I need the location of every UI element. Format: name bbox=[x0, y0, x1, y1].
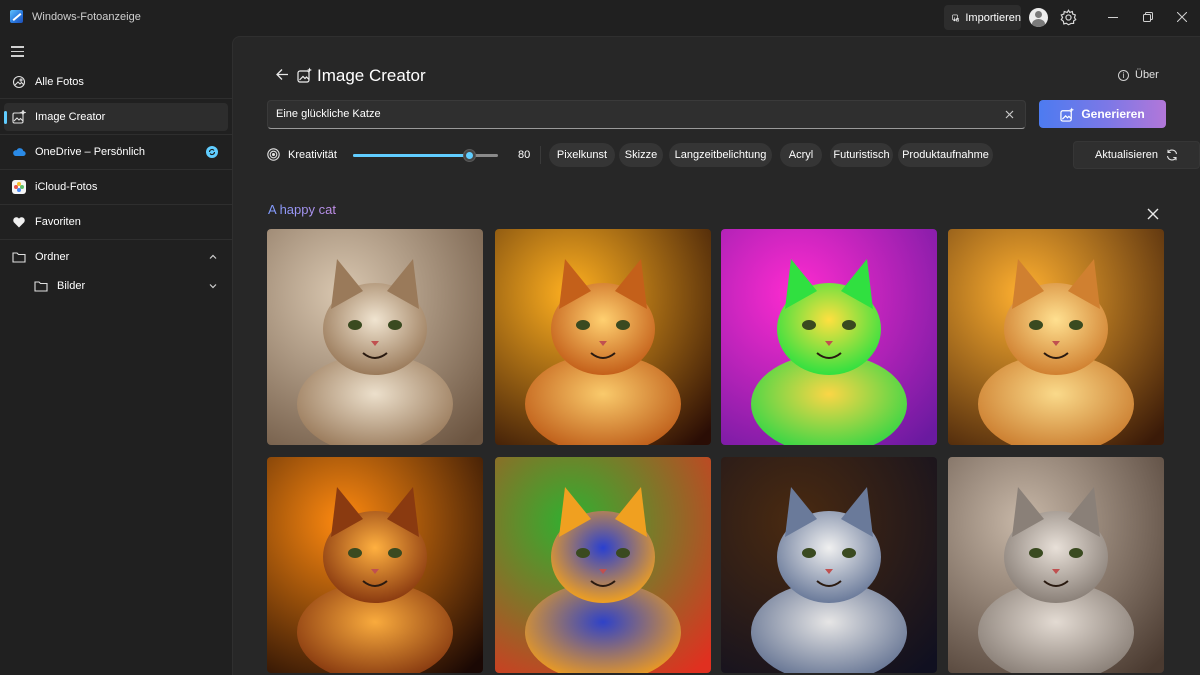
chevron-up-icon[interactable] bbox=[208, 252, 218, 262]
generated-image-rainbow-cat[interactable] bbox=[495, 457, 711, 673]
sidebar-item-folders[interactable]: Ordner bbox=[4, 243, 228, 271]
about-button[interactable]: i Über bbox=[1118, 69, 1159, 81]
info-icon: i bbox=[1118, 69, 1129, 81]
image-creator-icon bbox=[1060, 106, 1075, 122]
page-title: Image Creator bbox=[317, 66, 426, 85]
refresh-label: Aktualisieren bbox=[1095, 149, 1158, 161]
sidebar-item-all-photos[interactable]: Alle Fotos bbox=[4, 68, 228, 96]
refresh-button[interactable]: Aktualisieren bbox=[1073, 141, 1200, 169]
result-heading: A happy cat bbox=[268, 202, 336, 217]
refresh-icon bbox=[1166, 149, 1178, 161]
generated-image-backlit-fluffy-cat[interactable] bbox=[267, 457, 483, 673]
generated-image-grey-fluffy-cat[interactable] bbox=[948, 457, 1164, 673]
style-chip-produktaufnahme[interactable]: Produktaufnahme bbox=[898, 143, 993, 167]
app-title: Windows-Fotoanzeige bbox=[32, 11, 141, 23]
chevron-down-icon[interactable] bbox=[208, 281, 218, 291]
sidebar-item-label: OneDrive – Persönlich bbox=[35, 146, 146, 158]
style-chip-futuristisch[interactable]: Futuristisch bbox=[830, 143, 893, 167]
sidebar-item-favorites[interactable]: Favoriten bbox=[4, 208, 228, 236]
sidebar-item-image-creator[interactable]: Image Creator bbox=[4, 103, 228, 131]
chip-label: Produktaufnahme bbox=[902, 149, 989, 161]
folder-icon bbox=[12, 252, 26, 263]
photos-icon bbox=[12, 75, 26, 89]
clear-input-icon[interactable] bbox=[1004, 109, 1015, 120]
chip-label: Langzeitbelichtung bbox=[674, 149, 767, 161]
cat-illustration bbox=[948, 229, 1164, 445]
image-creator-icon bbox=[297, 67, 312, 83]
chip-label: Pixelkunst bbox=[556, 149, 608, 161]
restore-icon[interactable] bbox=[1140, 9, 1156, 25]
main-panel: Image Creator i Über Eine glückliche Kat… bbox=[232, 36, 1200, 675]
sidebar-item-label: Alle Fotos bbox=[35, 76, 84, 88]
creativity-row: Kreativität 80 Pixelkunst Skizze Langzei… bbox=[267, 141, 1200, 169]
folder-icon bbox=[34, 281, 48, 292]
creativity-icon bbox=[267, 148, 280, 161]
generate-label: Generieren bbox=[1081, 107, 1145, 121]
creativity-slider[interactable] bbox=[353, 149, 498, 162]
close-window-icon[interactable] bbox=[1174, 9, 1190, 25]
generated-image-tabby-cat-closeup[interactable] bbox=[267, 229, 483, 445]
account-avatar[interactable] bbox=[1029, 8, 1048, 27]
style-chip-langzeitbelichtung[interactable]: Langzeitbelichtung bbox=[669, 143, 772, 167]
sidebar-item-label: iCloud-Fotos bbox=[35, 181, 98, 193]
cat-illustration bbox=[721, 457, 937, 673]
chip-label: Futuristisch bbox=[833, 149, 890, 161]
menu-icon[interactable] bbox=[11, 46, 24, 60]
gear-icon[interactable] bbox=[1060, 9, 1077, 26]
slider-thumb[interactable] bbox=[463, 149, 476, 162]
cat-illustration bbox=[495, 229, 711, 445]
sidebar-item-icloud[interactable]: iCloud-Fotos bbox=[4, 173, 228, 201]
close-icon[interactable] bbox=[1147, 208, 1159, 220]
chip-label: Skizze bbox=[624, 149, 658, 161]
sidebar: Alle Fotos Image Creator OneDrive – Pers… bbox=[0, 36, 232, 675]
divider bbox=[0, 204, 232, 205]
slider-fill bbox=[353, 154, 469, 157]
style-chip-acryl[interactable]: Acryl bbox=[780, 143, 822, 167]
cat-illustration bbox=[948, 457, 1164, 673]
divider bbox=[0, 239, 232, 240]
heart-icon bbox=[13, 217, 25, 228]
generated-image-meowing-colorful-cat[interactable] bbox=[721, 457, 937, 673]
image-creator-icon bbox=[12, 110, 26, 124]
prompt-value: Eine glückliche Katze bbox=[276, 108, 381, 120]
generated-image-cat-by-window[interactable] bbox=[948, 229, 1164, 445]
sidebar-item-onedrive[interactable]: OneDrive – Persönlich bbox=[4, 138, 228, 166]
sidebar-item-label: Ordner bbox=[35, 251, 70, 263]
sidebar-item-pictures[interactable]: Bilder bbox=[4, 272, 228, 300]
generated-image-neon-pink-green-cat[interactable] bbox=[721, 229, 937, 445]
sidebar-item-label: Bilder bbox=[57, 280, 86, 292]
cat-illustration bbox=[267, 457, 483, 673]
sidebar-item-label: Favoriten bbox=[35, 216, 81, 228]
prompt-input[interactable]: Eine glückliche Katze bbox=[267, 100, 1026, 129]
import-icon bbox=[952, 14, 960, 21]
generate-button[interactable]: Generieren bbox=[1039, 100, 1166, 128]
sidebar-item-label: Image Creator bbox=[35, 111, 106, 123]
cat-illustration bbox=[495, 457, 711, 673]
generated-image-cat-in-sunbeam[interactable] bbox=[495, 229, 711, 445]
icloud-photos-icon bbox=[12, 180, 26, 194]
cloud-icon bbox=[13, 148, 26, 157]
chip-label: Acryl bbox=[788, 149, 814, 161]
title-bar: Windows-Fotoanzeige Importieren bbox=[0, 0, 1200, 36]
import-button[interactable]: Importieren bbox=[944, 5, 1021, 30]
photos-app-icon bbox=[10, 10, 23, 23]
divider bbox=[540, 146, 541, 164]
about-label: Über bbox=[1135, 69, 1159, 81]
style-chip-pixelkunst[interactable]: Pixelkunst bbox=[549, 143, 615, 167]
minimize-icon[interactable] bbox=[1105, 9, 1121, 25]
cat-illustration bbox=[721, 229, 937, 445]
import-label: Importieren bbox=[965, 11, 1021, 24]
divider bbox=[0, 98, 232, 99]
back-arrow-icon[interactable] bbox=[275, 67, 290, 82]
cat-illustration bbox=[267, 229, 483, 445]
style-chip-skizze[interactable]: Skizze bbox=[619, 143, 663, 167]
creativity-value: 80 bbox=[518, 149, 531, 161]
divider bbox=[0, 169, 232, 170]
divider bbox=[0, 134, 232, 135]
sync-status-icon bbox=[206, 146, 218, 158]
creativity-label: Kreativität bbox=[288, 149, 337, 161]
